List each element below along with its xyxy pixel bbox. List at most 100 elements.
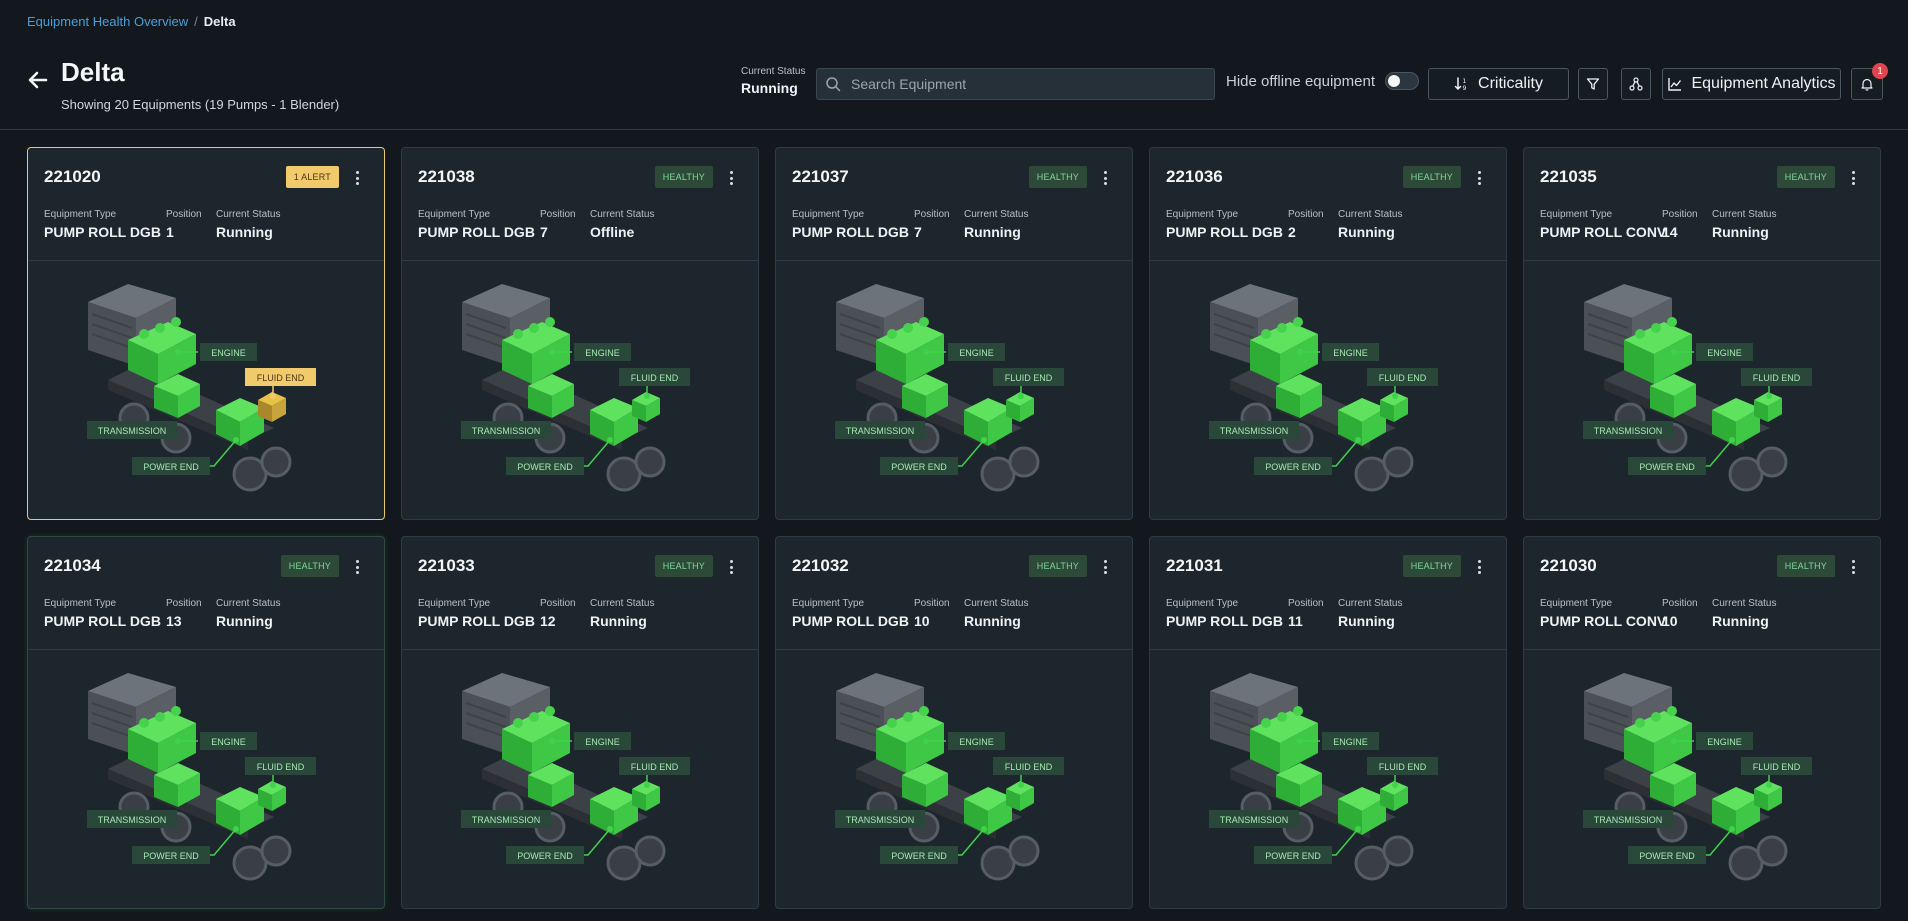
equipment-type-field: Equipment Type PUMP ROLL DGB — [418, 598, 535, 629]
label-engine[interactable]: ENGINE — [1696, 732, 1753, 750]
equipment-type-label: Equipment Type — [1166, 209, 1239, 220]
label-fluid-end[interactable]: FLUID END — [1741, 757, 1812, 775]
label-fluid-end-text: FLUID END — [257, 762, 305, 772]
card-header: 221038 HEALTHY Equipment Type PUMP ROLL … — [402, 148, 758, 261]
equipment-card[interactable]: 221020 1 ALERT Equipment Type PUMP ROLL … — [27, 147, 385, 520]
equipment-card[interactable]: 221031 HEALTHY Equipment Type PUMP ROLL … — [1149, 536, 1507, 909]
label-transmission[interactable]: TRANSMISSION — [1209, 421, 1299, 439]
label-engine[interactable]: ENGINE — [200, 732, 257, 750]
position-value: 10 — [1662, 613, 1678, 629]
status-value: Running — [1338, 224, 1395, 240]
kebab-dot — [729, 171, 733, 174]
search-input[interactable] — [851, 76, 1214, 92]
more-options-button[interactable] — [354, 168, 360, 188]
label-transmission[interactable]: TRANSMISSION — [1583, 810, 1673, 828]
equipment-card[interactable]: 221030 HEALTHY Equipment Type PUMP ROLL … — [1523, 536, 1881, 909]
hierarchy-view-button[interactable] — [1621, 68, 1651, 100]
back-button[interactable] — [24, 66, 52, 94]
label-fluid-end[interactable]: FLUID END — [1367, 757, 1438, 775]
equipment-id: 221035 — [1540, 167, 1597, 186]
position-field: Position 13 — [166, 598, 202, 629]
label-transmission[interactable]: TRANSMISSION — [461, 810, 551, 828]
label-engine[interactable]: ENGINE — [574, 343, 631, 361]
more-options-button[interactable] — [1476, 557, 1482, 577]
label-power-end[interactable]: POWER END — [1628, 846, 1706, 864]
card-header: 221020 1 ALERT Equipment Type PUMP ROLL … — [28, 148, 384, 261]
label-engine-text: ENGINE — [1707, 348, 1742, 358]
equipment-type-value: PUMP ROLL DGB — [44, 224, 161, 240]
more-options-button[interactable] — [728, 557, 734, 577]
label-engine[interactable]: ENGINE — [948, 343, 1005, 361]
label-transmission[interactable]: TRANSMISSION — [87, 810, 177, 828]
filter-button[interactable] — [1578, 68, 1608, 100]
label-fluid-end[interactable]: FLUID END — [619, 757, 690, 775]
label-power-end[interactable]: POWER END — [880, 846, 958, 864]
more-options-button[interactable] — [1850, 168, 1856, 188]
label-transmission[interactable]: TRANSMISSION — [461, 421, 551, 439]
label-power-end[interactable]: POWER END — [506, 846, 584, 864]
status-field: Current Status Running — [1712, 598, 1776, 629]
label-power-end-text: POWER END — [143, 462, 199, 472]
label-fluid-end[interactable]: FLUID END — [993, 368, 1064, 386]
notifications-button[interactable]: 1 — [1851, 63, 1888, 100]
label-engine-text: ENGINE — [585, 737, 620, 747]
label-power-end[interactable]: POWER END — [506, 457, 584, 475]
breadcrumb-separator: / — [194, 14, 198, 29]
position-field: Position 2 — [1288, 209, 1324, 240]
card-header: 221033 HEALTHY Equipment Type PUMP ROLL … — [402, 537, 758, 650]
label-power-end[interactable]: POWER END — [1254, 846, 1332, 864]
label-power-end[interactable]: POWER END — [880, 457, 958, 475]
label-transmission[interactable]: TRANSMISSION — [1583, 421, 1673, 439]
equipment-card[interactable]: 221038 HEALTHY Equipment Type PUMP ROLL … — [401, 147, 759, 520]
more-options-button[interactable] — [1850, 557, 1856, 577]
more-options-button[interactable] — [354, 557, 360, 577]
equipment-card[interactable]: 221034 HEALTHY Equipment Type PUMP ROLL … — [27, 536, 385, 909]
position-value: 1 — [166, 224, 174, 240]
label-transmission[interactable]: TRANSMISSION — [835, 421, 925, 439]
equipment-id: 221031 — [1166, 556, 1223, 575]
label-engine[interactable]: ENGINE — [1322, 732, 1379, 750]
label-fluid-end[interactable]: FLUID END — [245, 368, 316, 386]
status-value: Running — [1712, 224, 1769, 240]
label-engine[interactable]: ENGINE — [200, 343, 257, 361]
equipment-card[interactable]: 221037 HEALTHY Equipment Type PUMP ROLL … — [775, 147, 1133, 520]
equipment-card[interactable]: 221032 HEALTHY Equipment Type PUMP ROLL … — [775, 536, 1133, 909]
label-power-end[interactable]: POWER END — [132, 846, 210, 864]
more-options-button[interactable] — [728, 168, 734, 188]
equipment-type-field: Equipment Type PUMP ROLL DGB — [1166, 209, 1283, 240]
card-header: 221036 HEALTHY Equipment Type PUMP ROLL … — [1150, 148, 1506, 261]
label-engine[interactable]: ENGINE — [574, 732, 631, 750]
more-options-button[interactable] — [1102, 557, 1108, 577]
position-label: Position — [914, 598, 950, 609]
label-transmission[interactable]: TRANSMISSION — [1209, 810, 1299, 828]
more-options-button[interactable] — [1102, 168, 1108, 188]
status-field: Current Status Running — [964, 598, 1028, 629]
label-power-end[interactable]: POWER END — [1628, 457, 1706, 475]
equipment-analytics-button[interactable]: Equipment Analytics — [1662, 68, 1841, 100]
hierarchy-icon — [1629, 77, 1643, 91]
kebab-dot — [1103, 171, 1107, 174]
label-transmission[interactable]: TRANSMISSION — [87, 421, 177, 439]
label-transmission[interactable]: TRANSMISSION — [835, 810, 925, 828]
label-power-end[interactable]: POWER END — [1254, 457, 1332, 475]
health-badge: HEALTHY — [1028, 166, 1087, 188]
breadcrumb-parent-link[interactable]: Equipment Health Overview — [27, 14, 188, 29]
label-fluid-end[interactable]: FLUID END — [1741, 368, 1812, 386]
hide-offline-toggle[interactable] — [1385, 72, 1419, 90]
equipment-card[interactable]: 221036 HEALTHY Equipment Type PUMP ROLL … — [1149, 147, 1507, 520]
label-fluid-end[interactable]: FLUID END — [245, 757, 316, 775]
label-engine[interactable]: ENGINE — [948, 732, 1005, 750]
label-fluid-end[interactable]: FLUID END — [1367, 368, 1438, 386]
label-power-end[interactable]: POWER END — [132, 457, 210, 475]
card-header: 221031 HEALTHY Equipment Type PUMP ROLL … — [1150, 537, 1506, 650]
pump-illustration: ENGINE FLUID END TRANSMISSION POWER END — [835, 284, 1064, 492]
criticality-sort-button[interactable]: 1 9 Criticality — [1428, 68, 1569, 100]
label-engine[interactable]: ENGINE — [1322, 343, 1379, 361]
label-fluid-end[interactable]: FLUID END — [993, 757, 1064, 775]
equipment-type-value: PUMP ROLL DGB — [1166, 613, 1283, 629]
label-fluid-end[interactable]: FLUID END — [619, 368, 690, 386]
more-options-button[interactable] — [1476, 168, 1482, 188]
equipment-card[interactable]: 221035 HEALTHY Equipment Type PUMP ROLL … — [1523, 147, 1881, 520]
label-engine[interactable]: ENGINE — [1696, 343, 1753, 361]
equipment-card[interactable]: 221033 HEALTHY Equipment Type PUMP ROLL … — [401, 536, 759, 909]
